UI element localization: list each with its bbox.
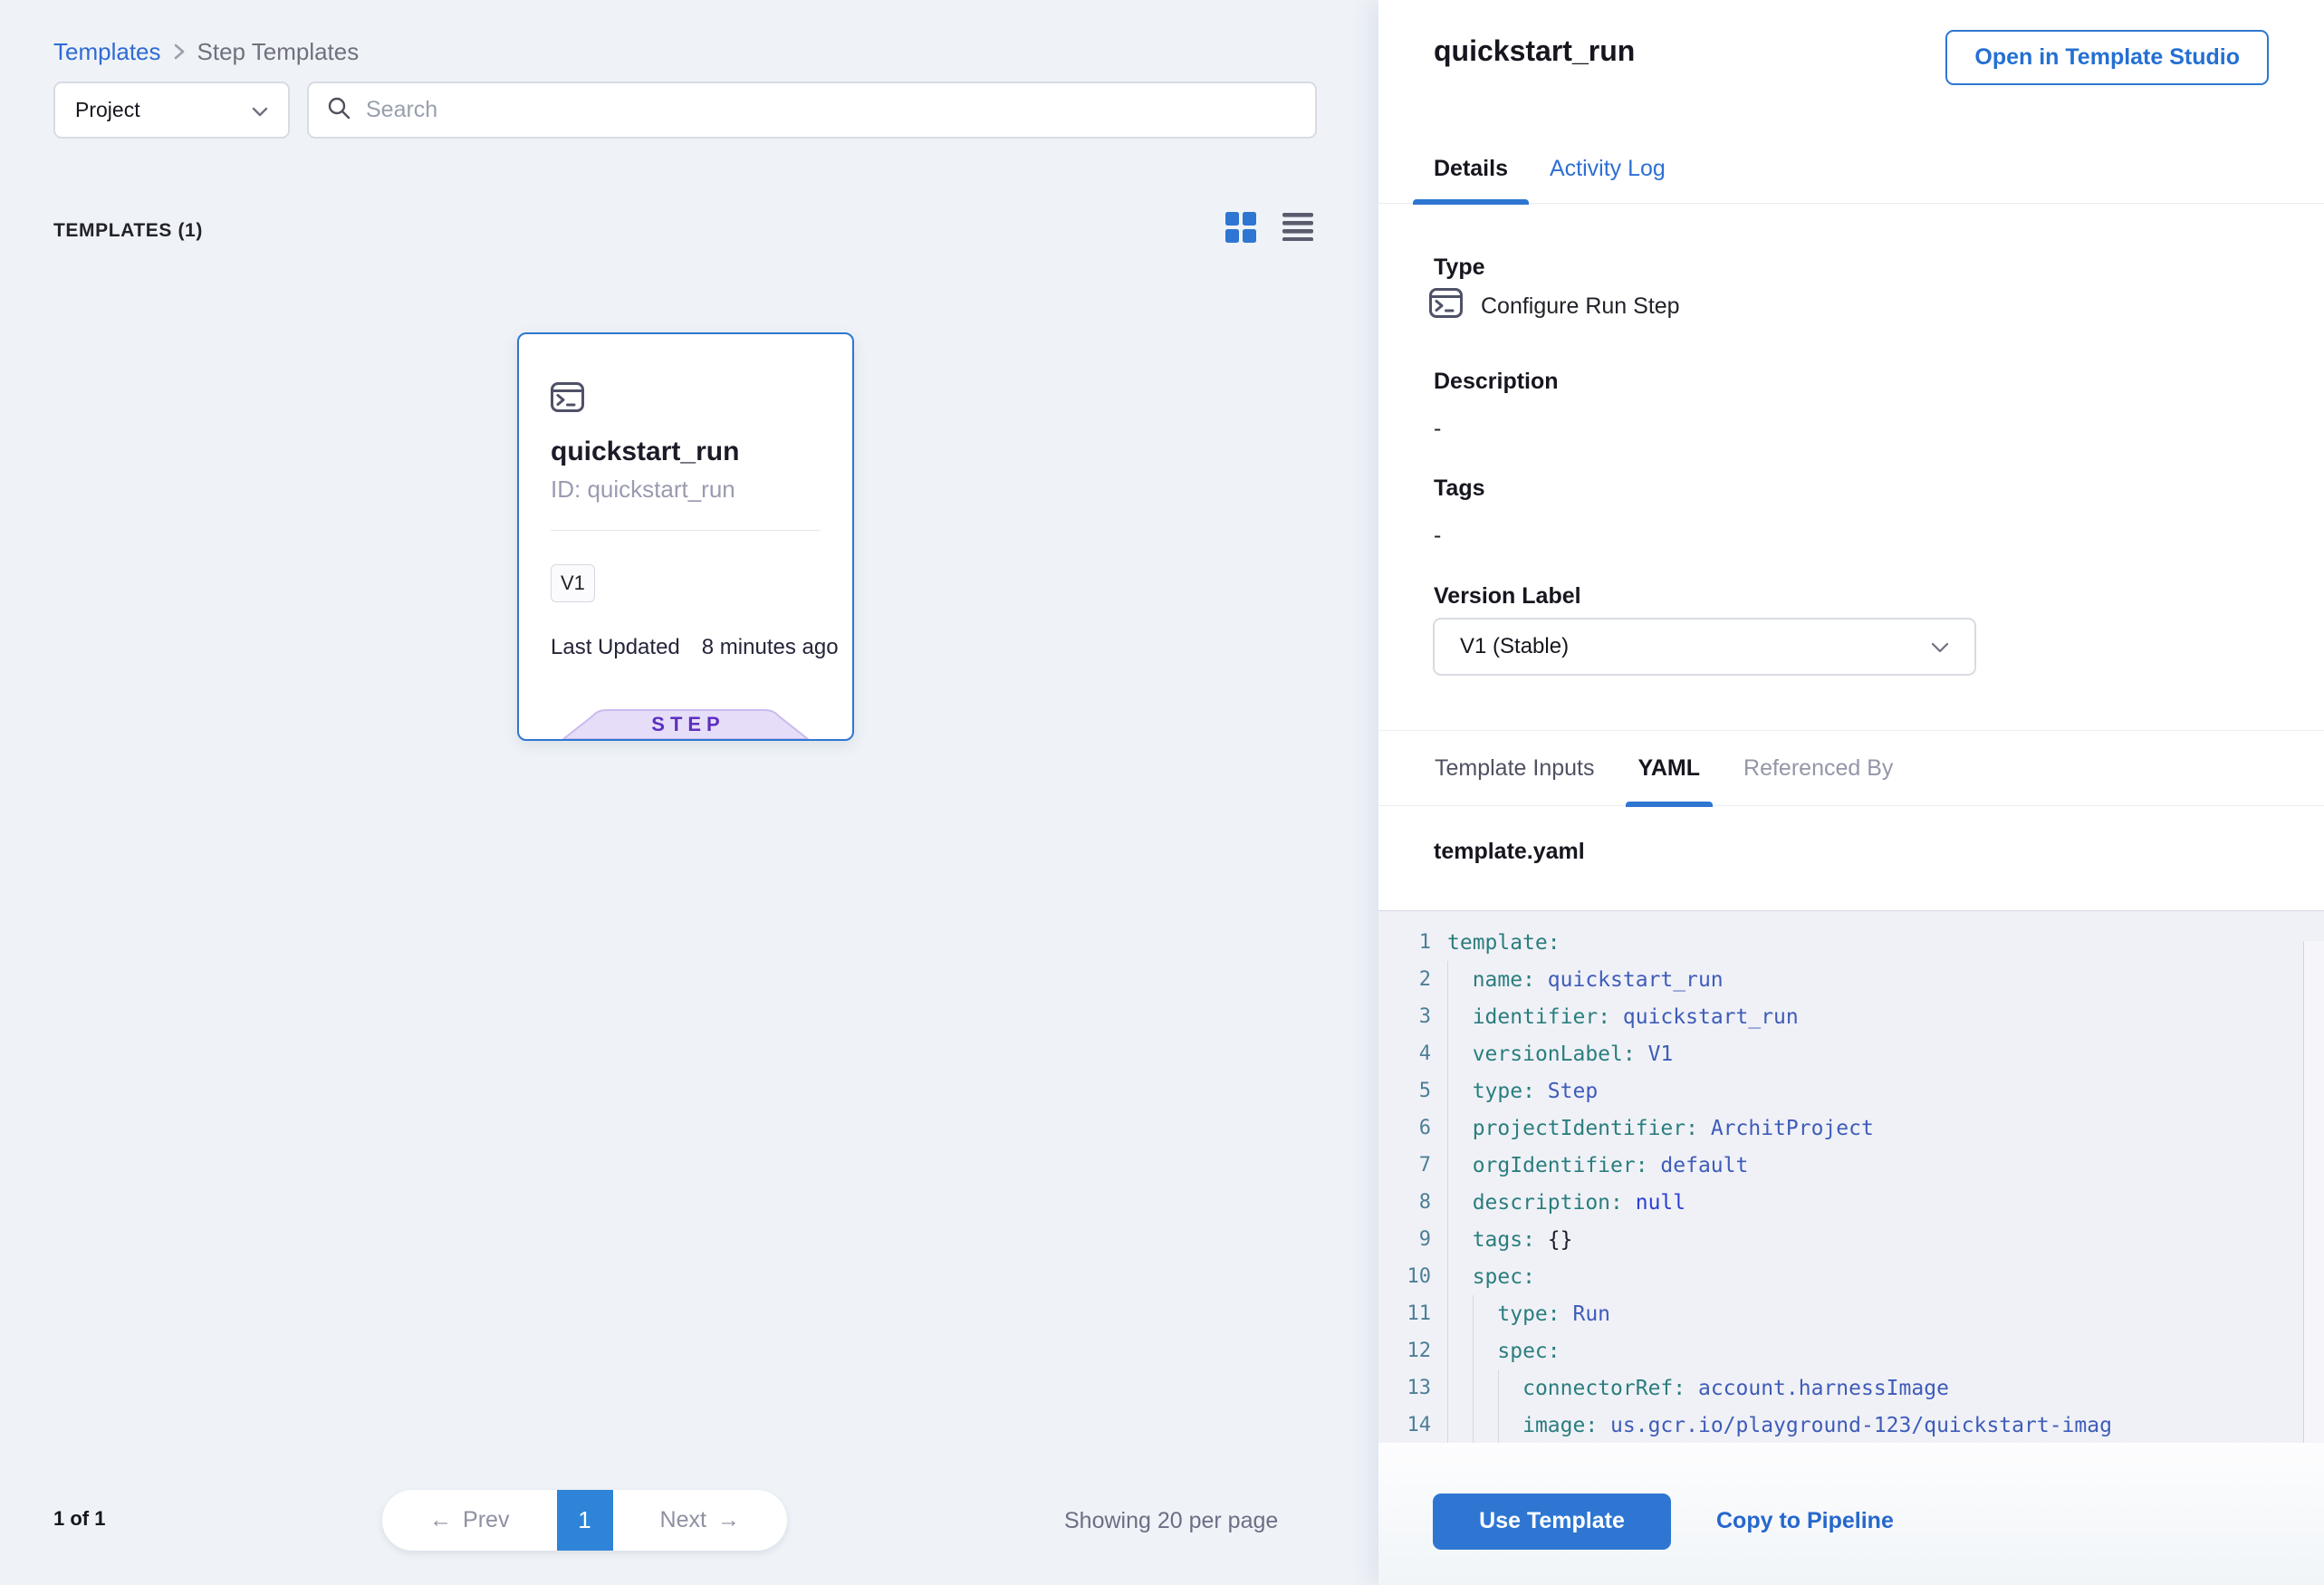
tags-label: Tags	[1434, 476, 1485, 502]
type-value: Configure Run Step	[1481, 293, 1680, 320]
version-dropdown-value: V1 (Stable)	[1460, 634, 1569, 659]
yaml-line: 1 template:	[1378, 924, 2324, 961]
yaml-line: 12 spec:	[1378, 1332, 2324, 1369]
page-count: 1 of 1	[53, 1507, 105, 1531]
line-number: 7	[1378, 1154, 1431, 1177]
prev-page-button[interactable]: ← Prev	[382, 1490, 557, 1551]
templates-count-header: TEMPLATES (1)	[53, 220, 203, 242]
last-updated-value: 8 minutes ago	[702, 635, 839, 660]
yaml-line: 3 identifier: quickstart_run	[1378, 998, 2324, 1035]
editor-scrollbar[interactable]	[2303, 941, 2324, 1443]
templates-page: Templates Step Templates Project TEMPLAT…	[0, 0, 2324, 1585]
run-step-terminal-icon	[1429, 288, 1463, 324]
indent-guide	[1498, 1369, 1499, 1443]
scope-dropdown-value: Project	[75, 98, 140, 122]
indent-guide	[1447, 961, 1448, 1443]
arrow-right-icon: →	[717, 1507, 740, 1533]
yaml-line: 13 connectorRef: account.harnessImage	[1378, 1369, 2324, 1407]
tags-value: -	[1434, 523, 1441, 549]
next-label: Next	[660, 1507, 706, 1533]
card-template-name: quickstart_run	[551, 437, 739, 467]
line-number: 1	[1378, 931, 1431, 954]
panel-sub-tabs: Template Inputs YAML Referenced By	[1378, 730, 2324, 806]
tab-template-inputs[interactable]: Template Inputs	[1413, 731, 1617, 805]
line-number: 4	[1378, 1042, 1431, 1065]
prev-label: Prev	[463, 1507, 509, 1533]
open-in-template-studio-button[interactable]: Open in Template Studio	[1945, 30, 2269, 85]
tab-referenced-by[interactable]: Referenced By	[1722, 731, 1915, 805]
card-divider	[551, 530, 821, 531]
yaml-line: 2 name: quickstart_run	[1378, 961, 2324, 998]
step-ribbon-label: STEP	[561, 713, 811, 736]
yaml-line: 4 versionLabel: V1	[1378, 1035, 2324, 1072]
description-label: Description	[1434, 369, 1559, 395]
next-page-button[interactable]: Next →	[613, 1490, 788, 1551]
chevron-down-icon	[1931, 634, 1949, 659]
description-value: -	[1434, 416, 1441, 442]
version-label: Version Label	[1434, 583, 1581, 610]
yaml-line: 9 tags: {}	[1378, 1221, 2324, 1258]
view-toggles	[1225, 212, 1313, 247]
search-icon	[327, 96, 351, 125]
per-page-summary: Showing 20 per page	[1064, 1508, 1278, 1534]
line-number: 14	[1378, 1414, 1431, 1436]
card-version-badge: V1	[551, 564, 595, 602]
line-number: 2	[1378, 968, 1431, 991]
yaml-line: 8 description: null	[1378, 1184, 2324, 1221]
grid-view-icon[interactable]	[1225, 212, 1256, 247]
yaml-line: 6 projectIdentifier: ArchitProject	[1378, 1110, 2324, 1147]
line-number: 6	[1378, 1117, 1431, 1139]
tab-yaml[interactable]: YAML	[1617, 731, 1723, 805]
type-value-row: Configure Run Step	[1429, 288, 1680, 324]
breadcrumb: Templates Step Templates	[53, 38, 359, 66]
list-view-icon[interactable]	[1282, 212, 1313, 247]
template-details-panel: quickstart_run Open in Template Studio D…	[1378, 0, 2324, 1585]
breadcrumb-templates-link[interactable]: Templates	[53, 38, 161, 66]
yaml-line: 11 type: Run	[1378, 1295, 2324, 1332]
card-template-id: ID: quickstart_run	[551, 476, 735, 504]
line-number: 8	[1378, 1191, 1431, 1214]
copy-to-pipeline-button[interactable]: Copy to Pipeline	[1716, 1508, 1894, 1534]
chevron-down-icon	[252, 98, 268, 122]
template-card[interactable]: quickstart_run ID: quickstart_run V1 Las…	[517, 332, 854, 741]
use-template-button[interactable]: Use Template	[1433, 1494, 1671, 1550]
tab-activity-log[interactable]: Activity Log	[1529, 135, 1686, 203]
yaml-code-lines: 1 template: 2 name: quickstart_run 3 ide…	[1378, 924, 2324, 1443]
version-dropdown[interactable]: V1 (Stable)	[1433, 618, 1976, 676]
line-number: 12	[1378, 1340, 1431, 1362]
search-input[interactable]	[366, 97, 1297, 123]
page-1-button[interactable]: 1	[557, 1490, 613, 1551]
yaml-editor[interactable]: 1 template: 2 name: quickstart_run 3 ide…	[1378, 910, 2324, 1443]
yaml-line: 5 type: Step	[1378, 1072, 2324, 1110]
yaml-line: 7 orgIdentifier: default	[1378, 1147, 2324, 1184]
panel-footer: Use Template Copy to Pipeline	[1378, 1443, 2324, 1585]
breadcrumb-current: Step Templates	[197, 38, 360, 66]
yaml-line: 14 image: us.gcr.io/playground-123/quick…	[1378, 1407, 2324, 1443]
type-label: Type	[1434, 255, 1485, 281]
tab-details[interactable]: Details	[1413, 135, 1529, 203]
line-number: 13	[1378, 1377, 1431, 1399]
line-number: 9	[1378, 1228, 1431, 1251]
line-number: 10	[1378, 1265, 1431, 1288]
panel-title: quickstart_run	[1434, 34, 1635, 68]
line-number: 3	[1378, 1005, 1431, 1028]
pagination-pill: ← Prev 1 Next →	[382, 1490, 787, 1551]
scope-dropdown[interactable]: Project	[53, 82, 290, 139]
chevron-right-icon	[174, 38, 185, 66]
panel-tabs: Details Activity Log	[1378, 135, 2324, 204]
last-updated-label: Last Updated	[551, 635, 680, 660]
yaml-file-name: template.yaml	[1434, 839, 1585, 865]
card-last-updated: Last Updated 8 minutes ago	[551, 635, 839, 660]
run-step-terminal-icon	[551, 382, 584, 417]
line-number: 11	[1378, 1302, 1431, 1325]
indent-guide	[1473, 1295, 1474, 1443]
yaml-line: 10 spec:	[1378, 1258, 2324, 1295]
search-box	[307, 82, 1317, 139]
arrow-left-icon: ←	[429, 1507, 452, 1533]
card-step-ribbon: STEP	[561, 709, 811, 739]
line-number: 5	[1378, 1080, 1431, 1102]
